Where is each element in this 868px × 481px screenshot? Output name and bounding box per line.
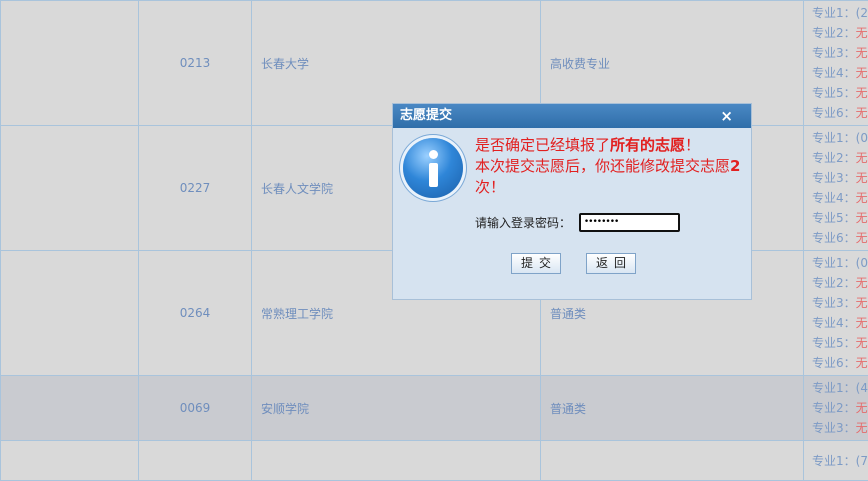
major-item: 专业6：无 [812, 353, 868, 373]
major-item: 专业3：无 [812, 43, 868, 63]
cell-majors: 专业1：(01专业2：无专业3：无专业4：无专业5：无专业6：无 [804, 126, 868, 251]
major-item: 专业4：无 [812, 313, 868, 333]
major-label: 专业6： [812, 356, 856, 370]
major-value: 无 [856, 66, 868, 80]
major-value: 无 [856, 231, 868, 245]
major-item: 专业3：无 [812, 418, 868, 438]
major-item: 专业5：无 [812, 208, 868, 228]
major-item: 专业2：无 [812, 398, 868, 418]
major-value: (01 [856, 256, 868, 270]
major-value: 无 [856, 191, 868, 205]
major-item: 专业4：无 [812, 63, 868, 83]
major-label: 专业2： [812, 151, 856, 165]
major-label: 专业2： [812, 26, 856, 40]
major-label: 专业5： [812, 336, 856, 350]
cell-plan-type: 普通类 [541, 376, 804, 441]
major-label: 专业1： [812, 131, 856, 145]
password-label: 请输入登录密码： [475, 216, 571, 230]
major-value: 无 [856, 171, 868, 185]
major-value: 无 [856, 336, 868, 350]
cell-blank [1, 1, 139, 126]
table-row: 0069安顺学院普通类专业1：(42专业2：无专业3：无 [1, 376, 868, 441]
major-label: 专业4： [812, 316, 856, 330]
major-label: 专业5： [812, 86, 856, 100]
major-item: 专业6：无 [812, 228, 868, 248]
password-input[interactable]: •••••••• [579, 213, 680, 232]
password-row: 请输入登录密码： •••••••• [475, 213, 680, 232]
major-value: 无 [856, 421, 868, 435]
major-label: 专业5： [812, 211, 856, 225]
major-label: 专业1： [812, 381, 856, 395]
major-value: (42 [856, 381, 868, 395]
major-value: 无 [856, 26, 868, 40]
major-label: 专业4： [812, 191, 856, 205]
back-button[interactable]: 返回 [586, 253, 636, 274]
major-item: 专业6：无 [812, 103, 868, 123]
cell-majors: 专业1：(27专业2：无专业3：无专业4：无专业5：无专业6：无 [804, 1, 868, 126]
cell-majors: 专业1：(42专业2：无专业3：无 [804, 376, 868, 441]
confirm-message: 是否确定已经填报了所有的志愿！ 本次提交志愿后，你还能修改提交志愿2次！ [475, 135, 745, 198]
major-item: 专业5：无 [812, 83, 868, 103]
major-item: 专业3：无 [812, 293, 868, 313]
major-value: 无 [856, 276, 868, 290]
major-label: 专业3： [812, 296, 856, 310]
major-label: 专业1： [812, 6, 856, 20]
cell-school-code: 0264 [139, 251, 252, 376]
major-label: 专业3： [812, 421, 856, 435]
major-value: 无 [856, 316, 868, 330]
major-value: 无 [856, 296, 868, 310]
major-label: 专业6： [812, 231, 856, 245]
major-item: 专业2：无 [812, 273, 868, 293]
major-item: 专业5：无 [812, 333, 868, 353]
cell-majors: 专业1：(01专业2：无专业3：无专业4：无专业5：无专业6：无 [804, 251, 868, 376]
major-label: 专业6： [812, 106, 856, 120]
major-item: 专业1：(27 [812, 3, 868, 23]
major-value: 无 [856, 211, 868, 225]
dialog-title: 志愿提交 [400, 108, 452, 123]
major-item: 专业2：无 [812, 148, 868, 168]
cell-blank [1, 126, 139, 251]
cell-school-code: 0213 [139, 1, 252, 126]
major-value: 无 [856, 46, 868, 60]
major-value: 无 [856, 86, 868, 100]
major-item: 专业3：无 [812, 168, 868, 188]
major-value: (27 [856, 6, 868, 20]
major-label: 专业2： [812, 401, 856, 415]
major-item: 专业2：无 [812, 23, 868, 43]
major-label: 专业1： [812, 256, 856, 270]
cell-blank [1, 251, 139, 376]
dialog-title-bar: 志愿提交 × [393, 104, 751, 128]
major-value: 无 [856, 356, 868, 370]
major-value: 无 [856, 401, 868, 415]
major-value: 无 [856, 151, 868, 165]
major-label: 专业2： [812, 276, 856, 290]
major-label: 专业4： [812, 66, 856, 80]
info-icon [403, 138, 463, 198]
cell-school-code: 0227 [139, 126, 252, 251]
cell-school-code: 0069 [139, 376, 252, 441]
cell-blank [1, 376, 139, 441]
major-value: (01 [856, 131, 868, 145]
submit-button[interactable]: 提交 [511, 253, 561, 274]
cell-school-name: 安顺学院 [252, 376, 541, 441]
major-label: 专业3： [812, 171, 856, 185]
major-item: 专业1：(42 [812, 378, 868, 398]
close-icon[interactable]: × [720, 104, 733, 128]
major-item: 专业4：无 [812, 188, 868, 208]
major-label: 专业3： [812, 46, 856, 60]
major-item: 专业1：(01 [812, 128, 868, 148]
major-value: 无 [856, 106, 868, 120]
major-item: 专业1：(01 [812, 253, 868, 273]
submit-confirm-dialog: 志愿提交 × 是否确定已经填报了所有的志愿！ 本次提交志愿后，你还能修改提交志愿… [392, 103, 752, 300]
